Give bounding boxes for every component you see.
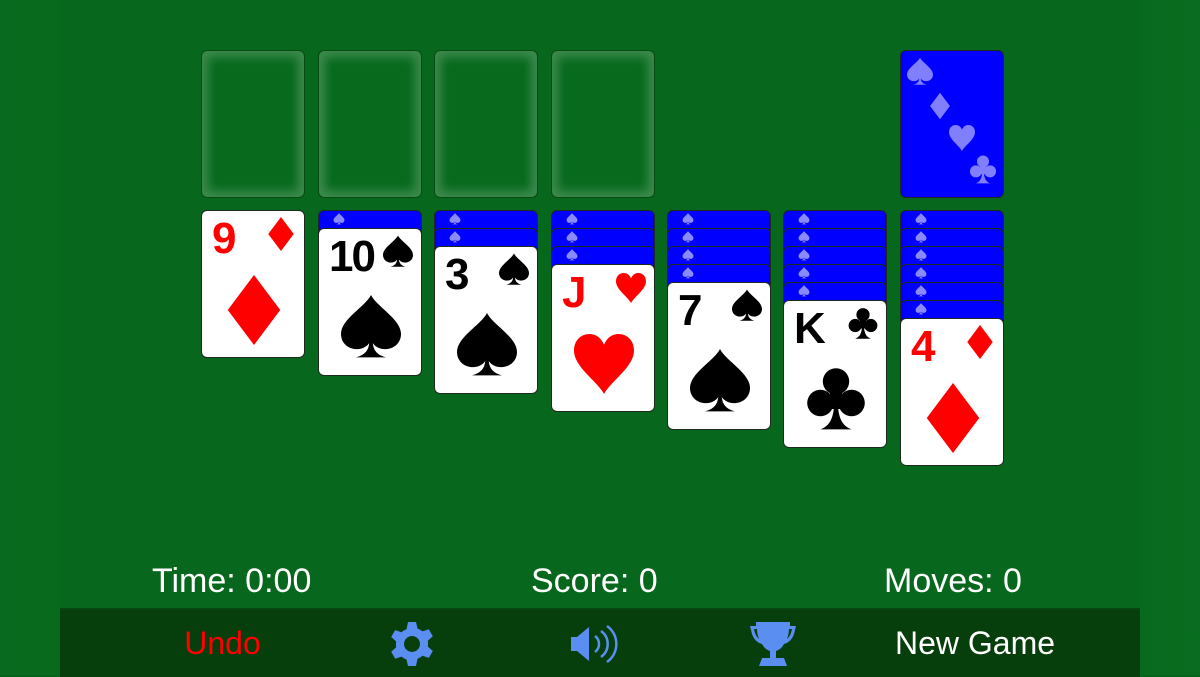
spade-icon bbox=[682, 249, 694, 261]
spade-icon bbox=[449, 231, 461, 243]
moves-display: Moves: 0 bbox=[884, 562, 1022, 600]
heart-icon bbox=[616, 271, 646, 305]
foundation-slot[interactable] bbox=[434, 50, 538, 198]
spade-icon bbox=[798, 231, 810, 243]
card-rank: 7 bbox=[678, 286, 703, 335]
heart-icon bbox=[574, 329, 634, 399]
foundation-slot[interactable] bbox=[551, 50, 655, 198]
spade-icon bbox=[798, 213, 810, 225]
spade-icon bbox=[907, 57, 933, 87]
score-display: Score: 0 bbox=[531, 562, 658, 600]
right-margin bbox=[1140, 0, 1200, 675]
diamond-icon bbox=[923, 383, 983, 453]
card-rank: 4 bbox=[911, 322, 936, 371]
foundation-slot[interactable] bbox=[201, 50, 305, 198]
card-rank: 9 bbox=[212, 214, 237, 263]
spade-icon bbox=[915, 285, 927, 297]
time-display: Time: 0:00 bbox=[152, 562, 312, 600]
diamond-icon bbox=[929, 91, 951, 121]
gear-icon bbox=[391, 621, 433, 666]
sound-button[interactable] bbox=[565, 610, 625, 677]
club-icon bbox=[969, 155, 997, 185]
spade-icon bbox=[690, 347, 750, 417]
diamond-icon bbox=[965, 325, 995, 359]
left-margin bbox=[0, 0, 60, 675]
playing-card[interactable]: K bbox=[783, 300, 887, 448]
spade-icon bbox=[915, 213, 927, 225]
playing-card[interactable]: 4 bbox=[900, 318, 1004, 466]
stats-bar: Time: 0:00 Score: 0 Moves: 0 bbox=[60, 560, 1140, 606]
spade-icon bbox=[383, 235, 413, 269]
card-rank: J bbox=[562, 268, 587, 317]
spade-icon bbox=[682, 267, 694, 279]
foundation-slot[interactable] bbox=[318, 50, 422, 198]
club-icon bbox=[848, 307, 878, 341]
spade-icon bbox=[798, 285, 810, 297]
spade-icon bbox=[732, 289, 762, 323]
spade-icon bbox=[915, 267, 927, 279]
card-rank: K bbox=[794, 304, 826, 353]
spade-icon bbox=[682, 231, 694, 243]
bottom-toolbar: Undo New Game bbox=[60, 608, 1140, 677]
spade-icon bbox=[457, 311, 517, 381]
speaker-icon bbox=[571, 624, 618, 663]
card-rank: 3 bbox=[445, 250, 470, 299]
spade-icon bbox=[566, 213, 578, 225]
stock-pile[interactable] bbox=[900, 50, 1004, 198]
spade-icon bbox=[798, 267, 810, 279]
leaderboard-button[interactable] bbox=[743, 610, 803, 677]
undo-button[interactable]: Undo bbox=[160, 610, 285, 677]
spade-icon bbox=[333, 213, 345, 225]
card-rank: 10 bbox=[329, 232, 376, 281]
diamond-icon bbox=[266, 217, 296, 251]
playing-card[interactable]: 9 bbox=[201, 210, 305, 358]
spade-icon bbox=[566, 231, 578, 243]
spade-icon bbox=[915, 303, 927, 315]
trophy-icon bbox=[750, 621, 796, 666]
spade-icon bbox=[915, 249, 927, 261]
club-icon bbox=[806, 365, 866, 435]
spade-icon bbox=[798, 249, 810, 261]
diamond-icon bbox=[224, 275, 284, 345]
new-game-button[interactable]: New Game bbox=[890, 610, 1060, 677]
spade-icon bbox=[682, 213, 694, 225]
spade-icon bbox=[566, 249, 578, 261]
playing-card[interactable]: 10 bbox=[318, 228, 422, 376]
spade-icon bbox=[499, 253, 529, 287]
spade-icon bbox=[449, 213, 461, 225]
playing-card[interactable]: 7 bbox=[667, 282, 771, 430]
spade-icon bbox=[915, 231, 927, 243]
playing-card[interactable]: J bbox=[551, 264, 655, 412]
playing-card[interactable]: 3 bbox=[434, 246, 538, 394]
settings-button[interactable] bbox=[380, 610, 444, 677]
spade-icon bbox=[341, 293, 401, 363]
heart-icon bbox=[949, 124, 975, 152]
